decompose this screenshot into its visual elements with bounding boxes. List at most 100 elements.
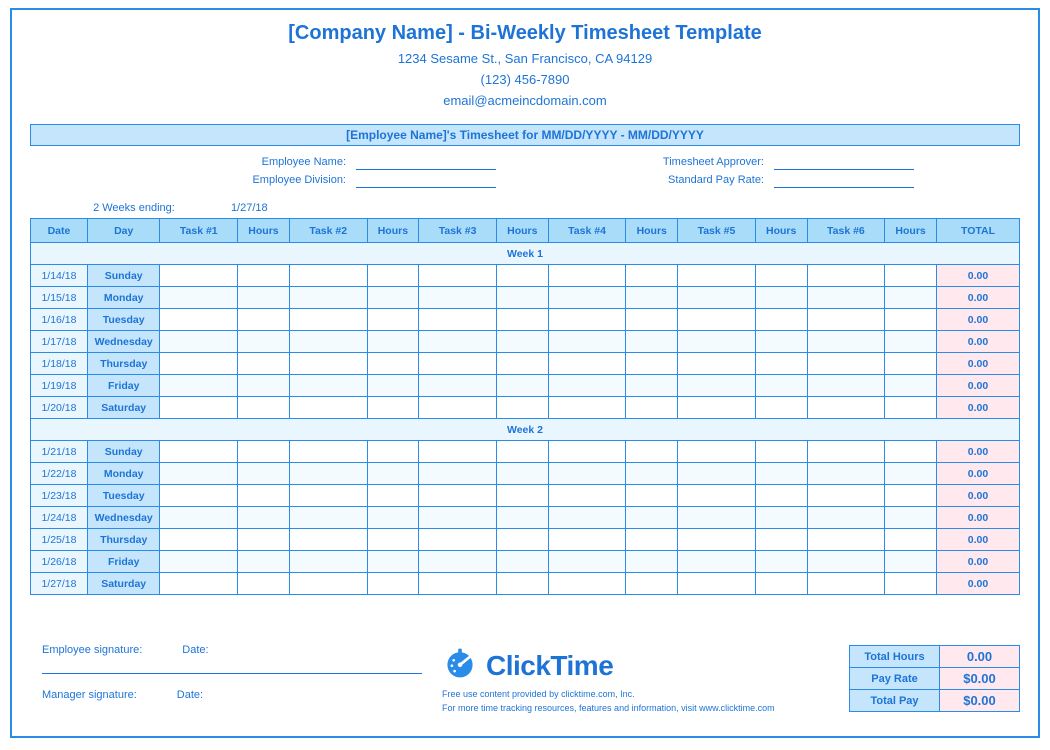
hours-cell[interactable] [367, 573, 419, 595]
task-cell[interactable] [678, 529, 756, 551]
task-cell[interactable] [160, 441, 238, 463]
hours-cell[interactable] [367, 463, 419, 485]
task-cell[interactable] [807, 397, 885, 419]
task-cell[interactable] [548, 287, 626, 309]
hours-cell[interactable] [755, 507, 807, 529]
hours-cell[interactable] [496, 529, 548, 551]
task-cell[interactable] [678, 507, 756, 529]
hours-cell[interactable] [626, 485, 678, 507]
hours-cell[interactable] [496, 309, 548, 331]
task-cell[interactable] [160, 397, 238, 419]
hours-cell[interactable] [755, 441, 807, 463]
hours-cell[interactable] [496, 397, 548, 419]
hours-cell[interactable] [238, 397, 290, 419]
task-cell[interactable] [289, 287, 367, 309]
task-cell[interactable] [160, 309, 238, 331]
task-cell[interactable] [289, 397, 367, 419]
approver-input[interactable] [774, 156, 914, 170]
task-cell[interactable] [419, 507, 497, 529]
hours-cell[interactable] [496, 375, 548, 397]
task-cell[interactable] [419, 463, 497, 485]
task-cell[interactable] [678, 353, 756, 375]
employee-name-input[interactable] [356, 156, 496, 170]
hours-cell[interactable] [238, 265, 290, 287]
task-cell[interactable] [678, 551, 756, 573]
task-cell[interactable] [548, 507, 626, 529]
hours-cell[interactable] [755, 287, 807, 309]
pay-rate-input[interactable] [774, 174, 914, 188]
task-cell[interactable] [160, 265, 238, 287]
hours-cell[interactable] [367, 353, 419, 375]
hours-cell[interactable] [238, 287, 290, 309]
hours-cell[interactable] [238, 507, 290, 529]
hours-cell[interactable] [496, 265, 548, 287]
hours-cell[interactable] [885, 573, 937, 595]
hours-cell[interactable] [367, 309, 419, 331]
task-cell[interactable] [548, 309, 626, 331]
hours-cell[interactable] [626, 551, 678, 573]
hours-cell[interactable] [626, 331, 678, 353]
hours-cell[interactable] [755, 573, 807, 595]
task-cell[interactable] [807, 573, 885, 595]
hours-cell[interactable] [885, 441, 937, 463]
task-cell[interactable] [678, 441, 756, 463]
hours-cell[interactable] [755, 529, 807, 551]
task-cell[interactable] [419, 441, 497, 463]
task-cell[interactable] [419, 287, 497, 309]
hours-cell[interactable] [626, 529, 678, 551]
task-cell[interactable] [678, 331, 756, 353]
task-cell[interactable] [289, 375, 367, 397]
hours-cell[interactable] [238, 529, 290, 551]
hours-cell[interactable] [885, 331, 937, 353]
hours-cell[interactable] [626, 265, 678, 287]
task-cell[interactable] [160, 573, 238, 595]
hours-cell[interactable] [755, 331, 807, 353]
task-cell[interactable] [289, 353, 367, 375]
task-cell[interactable] [548, 529, 626, 551]
task-cell[interactable] [419, 309, 497, 331]
hours-cell[interactable] [626, 309, 678, 331]
hours-cell[interactable] [885, 375, 937, 397]
hours-cell[interactable] [238, 353, 290, 375]
hours-cell[interactable] [626, 507, 678, 529]
hours-cell[interactable] [367, 485, 419, 507]
task-cell[interactable] [548, 485, 626, 507]
task-cell[interactable] [678, 287, 756, 309]
task-cell[interactable] [548, 353, 626, 375]
task-cell[interactable] [678, 573, 756, 595]
task-cell[interactable] [548, 397, 626, 419]
task-cell[interactable] [419, 529, 497, 551]
hours-cell[interactable] [367, 287, 419, 309]
hours-cell[interactable] [626, 375, 678, 397]
task-cell[interactable] [807, 529, 885, 551]
hours-cell[interactable] [238, 309, 290, 331]
hours-cell[interactable] [496, 287, 548, 309]
task-cell[interactable] [807, 507, 885, 529]
task-cell[interactable] [160, 551, 238, 573]
hours-cell[interactable] [238, 551, 290, 573]
task-cell[interactable] [419, 375, 497, 397]
hours-cell[interactable] [626, 573, 678, 595]
hours-cell[interactable] [496, 441, 548, 463]
hours-cell[interactable] [755, 309, 807, 331]
task-cell[interactable] [548, 441, 626, 463]
hours-cell[interactable] [626, 287, 678, 309]
task-cell[interactable] [289, 441, 367, 463]
task-cell[interactable] [807, 485, 885, 507]
hours-cell[interactable] [367, 551, 419, 573]
hours-cell[interactable] [885, 463, 937, 485]
task-cell[interactable] [807, 375, 885, 397]
task-cell[interactable] [419, 551, 497, 573]
task-cell[interactable] [807, 551, 885, 573]
hours-cell[interactable] [885, 529, 937, 551]
task-cell[interactable] [807, 265, 885, 287]
task-cell[interactable] [160, 353, 238, 375]
hours-cell[interactable] [367, 265, 419, 287]
task-cell[interactable] [548, 573, 626, 595]
hours-cell[interactable] [496, 573, 548, 595]
task-cell[interactable] [678, 265, 756, 287]
hours-cell[interactable] [885, 287, 937, 309]
hours-cell[interactable] [885, 551, 937, 573]
task-cell[interactable] [160, 331, 238, 353]
hours-cell[interactable] [885, 265, 937, 287]
